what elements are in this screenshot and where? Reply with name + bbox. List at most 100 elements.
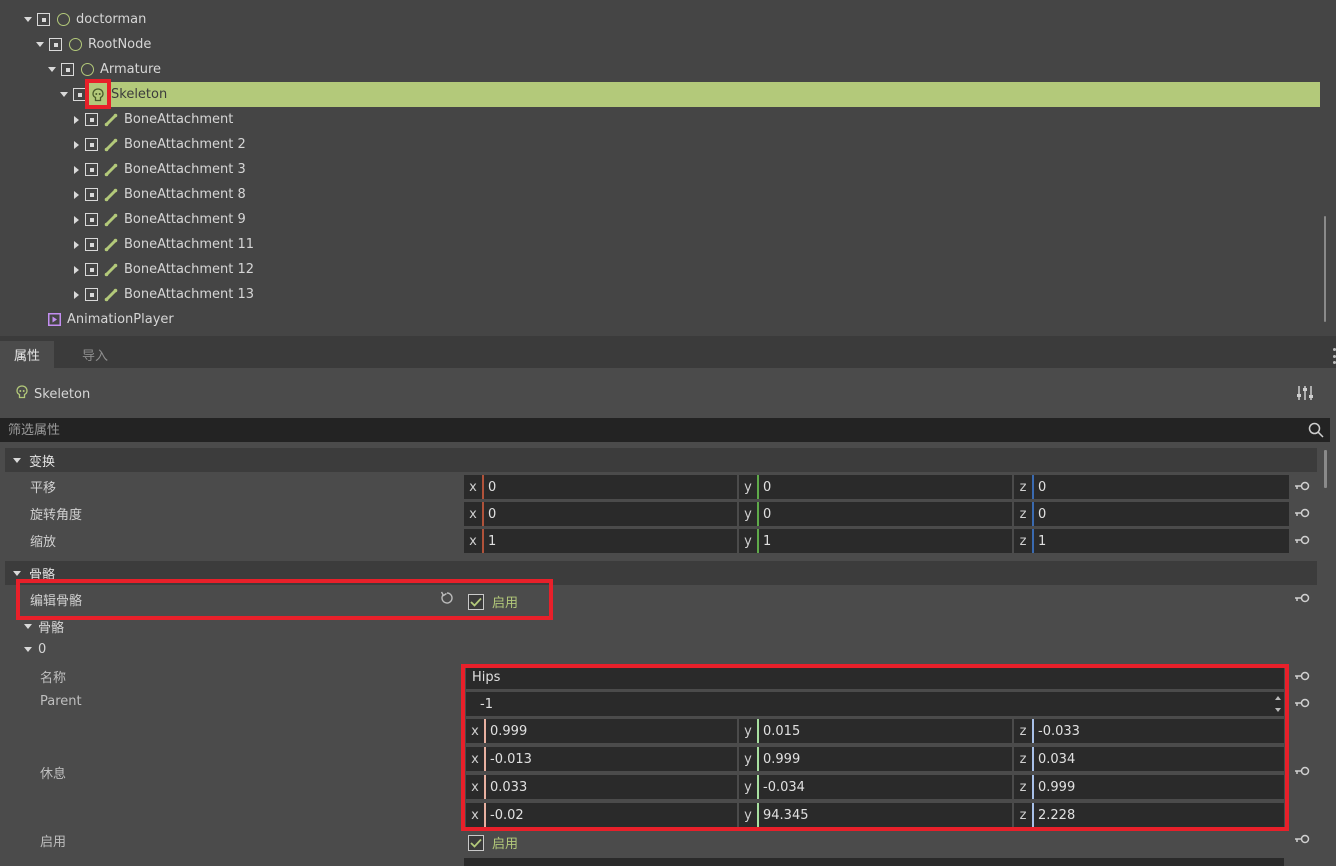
rotation-x-field[interactable]: x0 [464,502,737,526]
revert-icon[interactable] [440,591,454,609]
rest-row3-x-field[interactable]: x 0.033 [466,775,737,799]
translation-z-field[interactable]: z0 [1014,475,1289,499]
tree-item-bone-attachment[interactable]: BoneAttachment 9 [0,207,1320,232]
tree-item-label: doctorman [76,12,147,27]
tree-scrollbar[interactable] [1324,216,1326,322]
inspector-scrollbar[interactable] [1324,450,1327,488]
expand-arrow-icon[interactable] [74,265,79,274]
visibility-toggle-icon[interactable] [85,163,98,176]
checkbox-label: 启用 [492,596,519,611]
translation-x-field[interactable]: x0 [464,475,737,499]
tree-item-label: Armature [100,62,162,77]
bone-parent-spinbox[interactable]: -1 [466,692,1284,716]
rest-row4-y-field[interactable]: y 94.345 [739,803,1012,827]
bone-attachment-icon [104,188,118,202]
bone-name-field[interactable]: Hips [466,665,1284,689]
visibility-toggle-icon[interactable] [85,138,98,151]
tree-item-bone-attachment[interactable]: BoneAttachment [0,107,1320,132]
rest-row4-z-field[interactable]: z 2.228 [1014,803,1284,827]
expand-arrow-icon[interactable] [74,240,79,249]
node-circle-icon [81,63,94,76]
visibility-toggle-icon[interactable] [85,288,98,301]
tree-item-bone-attachment[interactable]: BoneAttachment 12 [0,257,1320,282]
bone-attachment-icon [104,238,118,252]
scale-y-field[interactable]: y1 [739,529,1012,553]
rotation-y-field[interactable]: y0 [739,502,1012,526]
rest-row2-y-field[interactable]: y 0.999 [739,747,1012,771]
tab-import[interactable]: 导入 [68,341,122,368]
expand-arrow-icon[interactable] [48,67,56,72]
rotation-z-field[interactable]: z0 [1014,502,1289,526]
visibility-toggle-icon[interactable] [85,263,98,276]
section-transform[interactable]: 变换 [5,448,1317,472]
filter-properties-input[interactable] [8,422,1288,438]
expand-arrow-icon[interactable] [24,17,32,22]
tree-item-bone-attachment[interactable]: BoneAttachment 13 [0,282,1320,307]
keyframe-key-icon[interactable] [1294,670,1310,686]
rest-row3-y-field[interactable]: y -0.034 [739,775,1012,799]
edit-bones-checkbox[interactable]: 启用 [468,592,518,611]
expand-arrow-icon[interactable] [74,115,79,124]
collapse-arrow-icon [13,570,21,576]
rest-row1-z-field[interactable]: z -0.033 [1014,719,1284,743]
tree-item-bone-attachment[interactable]: BoneAttachment 3 [0,157,1320,182]
checkbox-checked-icon[interactable] [468,593,484,610]
tree-item-skeleton[interactable]: Skeleton [86,82,1320,107]
bone-index-header[interactable]: 0 [24,642,46,657]
expand-arrow-icon[interactable] [74,215,79,224]
search-icon[interactable] [1308,422,1324,442]
translation-y-field[interactable]: y0 [739,475,1012,499]
visibility-toggle-icon[interactable] [37,13,50,26]
expand-arrow-icon[interactable] [36,42,44,47]
tree-item-bone-attachment[interactable]: BoneAttachment 8 [0,182,1320,207]
rest-row1-x-field[interactable]: x 0.999 [466,719,737,743]
filter-properties-field[interactable] [0,418,1330,442]
visibility-toggle-icon[interactable] [85,238,98,251]
keyframe-key-icon[interactable] [1294,592,1310,608]
keyframe-key-icon[interactable] [1294,697,1310,713]
scale-z-field[interactable]: z1 [1014,529,1289,553]
tree-item-armature[interactable]: Armature [0,57,1320,82]
tab-properties[interactable]: 属性 [0,341,55,368]
keyframe-key-icon[interactable] [1294,534,1310,550]
keyframe-key-icon[interactable] [1294,765,1310,781]
visibility-toggle-icon[interactable] [85,188,98,201]
expand-arrow-icon[interactable] [74,140,79,149]
visibility-toggle-icon[interactable] [85,213,98,226]
property-label-rotation: 旋转角度 [30,508,83,523]
tree-item-label: BoneAttachment 9 [124,212,246,227]
rest-row3-z-field[interactable]: z 0.999 [1014,775,1284,799]
rest-row2-x-field[interactable]: x -0.013 [466,747,737,771]
visibility-toggle-icon[interactable] [73,88,86,101]
expand-arrow-icon[interactable] [74,290,79,299]
keyframe-key-icon[interactable] [1294,480,1310,496]
bone-enabled-checkbox[interactable]: 启用 [468,833,518,852]
expand-arrow-icon[interactable] [74,190,79,199]
keyframe-key-icon[interactable] [1294,507,1310,523]
tree-item-animation-player[interactable]: AnimationPlayer [0,307,1320,332]
collapse-arrow-icon [13,457,21,463]
expand-arrow-icon[interactable] [74,165,79,174]
keyframe-key-icon[interactable] [1294,833,1310,849]
bones-group-header[interactable]: 骨骼 [24,617,64,636]
rest-row4-x-field[interactable]: x -0.02 [466,803,737,827]
section-skeleton[interactable]: 骨骼 [5,561,1317,585]
tree-item-bone-attachment[interactable]: BoneAttachment 2 [0,132,1320,157]
object-settings-icon[interactable] [1296,385,1314,405]
rest-row1-y-field[interactable]: y 0.015 [739,719,1012,743]
bone-index-label: 0 [38,642,47,657]
visibility-toggle-icon[interactable] [61,63,74,76]
visibility-toggle-icon[interactable] [49,38,62,51]
expand-arrow-icon[interactable] [60,92,68,97]
property-label-rest: 休息 [40,767,67,782]
tree-item-label: BoneAttachment 13 [124,287,254,302]
tree-item-rootnode[interactable]: RootNode [0,32,1320,57]
tree-item-bone-attachment[interactable]: BoneAttachment 11 [0,232,1320,257]
scale-x-field[interactable]: x1 [464,529,737,553]
spinner-arrows-icon[interactable] [1274,696,1282,712]
tree-item-doctorman[interactable]: doctorman [0,7,1320,32]
rest-row2-z-field[interactable]: z 0.034 [1014,747,1284,771]
property-label-enabled: 启用 [40,835,67,850]
visibility-toggle-icon[interactable] [85,113,98,126]
checkbox-checked-icon[interactable] [468,834,484,851]
